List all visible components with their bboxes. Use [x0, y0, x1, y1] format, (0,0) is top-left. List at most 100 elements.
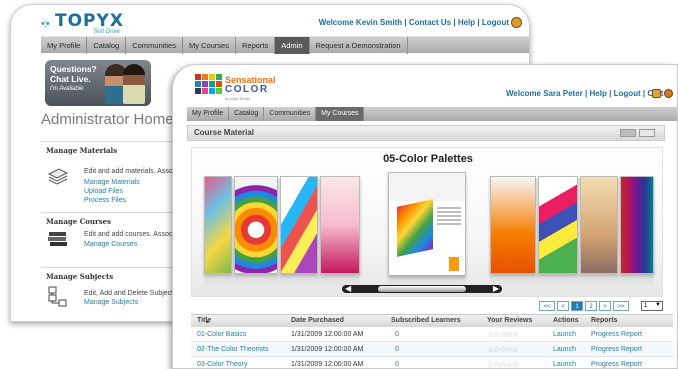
upload-files-link[interactable]: Upload Files: [84, 188, 123, 195]
sensational-color-logo[interactable]: Sensational COLOR by Kate Smith: [195, 72, 276, 102]
logo-line-2: COLOR: [225, 84, 269, 95]
course-cover[interactable]: [580, 176, 618, 274]
manage-materials-link[interactable]: Manage Materials: [84, 179, 140, 186]
course-title-link[interactable]: 01-Color Basics: [197, 331, 246, 338]
table-row: 01-Color Basics 1/31/2009 12:00:00 AM 0 …: [191, 328, 673, 342]
help-link[interactable]: Help: [458, 18, 475, 27]
chat-line-2: Chat Live.: [50, 74, 91, 84]
scrollbar-thumb[interactable]: [378, 286, 466, 292]
section-title: Manage Materials: [46, 146, 118, 155]
list-view-icon[interactable]: [639, 129, 655, 137]
learners-count-link[interactable]: 0: [395, 346, 399, 353]
learners-count-link[interactable]: 0: [395, 331, 399, 338]
tab-communities[interactable]: Communities: [264, 107, 317, 121]
date-purchased: 1/31/2009 12:00:00 AM: [291, 361, 364, 368]
tab-my-courses[interactable]: My Courses: [316, 107, 365, 121]
tab-my-courses[interactable]: My Courses: [183, 37, 236, 54]
welcome-text: Welcome Kevin Smith: [318, 18, 403, 27]
learners-count-link[interactable]: 0: [395, 361, 399, 368]
course-title-link[interactable]: 02-The Color Theorists: [197, 346, 268, 353]
chevron-down-icon: ▼: [655, 302, 661, 308]
manage-courses-link[interactable]: Manage Courses: [84, 241, 137, 248]
books-icon: [47, 229, 69, 249]
tab-catalog[interactable]: Catalog: [229, 107, 265, 121]
section-description: Edit and add courses. Assoc: [84, 231, 173, 238]
course-cover[interactable]: [620, 176, 654, 274]
subject-tree-icon: [47, 286, 69, 307]
sensational-color-window: Sensational COLOR by Kate Smith Welcome …: [172, 64, 678, 369]
progress-report-link[interactable]: Progress Report: [591, 346, 642, 353]
date-purchased: 1/31/2009 12:00:00 AM: [291, 346, 364, 353]
last-page-button[interactable]: >>: [613, 301, 629, 311]
first-page-button[interactable]: <<: [539, 301, 555, 311]
tab-admin[interactable]: Admin: [275, 37, 310, 54]
page-title: Administrator Home: [41, 111, 174, 128]
course-cover[interactable]: [280, 176, 318, 274]
welcome-text: Welcome Sara Peter: [506, 89, 583, 98]
tab-my-profile[interactable]: My Profile: [41, 37, 88, 54]
tab-my-profile[interactable]: My Profile: [187, 107, 230, 121]
course-cover[interactable]: [234, 176, 278, 274]
chat-line-3: I'm Available: [50, 86, 84, 92]
course-cover[interactable]: [538, 176, 578, 274]
course-cover[interactable]: [490, 176, 536, 274]
tab-request-demo[interactable]: Request a Demonstration: [310, 37, 408, 54]
col-actions[interactable]: Actions: [553, 317, 579, 324]
col-reports[interactable]: Reports: [591, 317, 617, 324]
launch-link[interactable]: Launch: [553, 331, 576, 338]
col-reviews[interactable]: Your Reviews: [487, 317, 532, 324]
course-cover[interactable]: [320, 176, 360, 274]
topyx-logo[interactable]: •:• TOPYX Test Drive: [41, 11, 127, 37]
gallery-view-icon[interactable]: [620, 129, 636, 137]
front-nav-bar: My Profile Catalog Communities My Course…: [187, 107, 677, 121]
clock-icon[interactable]: [511, 17, 522, 28]
front-top-links: Welcome Sara Peter | Help | Logout | Car…: [506, 89, 663, 98]
course-title-link[interactable]: 03-Color Theory: [197, 361, 247, 368]
chat-line-1: Questions?: [50, 64, 97, 74]
launch-link[interactable]: Launch: [553, 346, 576, 353]
prev-page-button[interactable]: <: [557, 301, 569, 311]
course-material-header: Course Material: [187, 125, 665, 141]
section-description: Edit, Add and Delete Subjects: [84, 290, 177, 297]
date-purchased: 1/31/2009 12:00:00 AM: [291, 331, 364, 338]
next-page-button[interactable]: >: [599, 301, 611, 311]
process-files-link[interactable]: Process Files: [84, 197, 126, 204]
tab-catalog[interactable]: Catalog: [87, 37, 127, 54]
col-date[interactable]: Date Purchased: [291, 317, 344, 324]
live-chat-banner[interactable]: Questions? Chat Live. I'm Available: [45, 60, 151, 106]
course-cover[interactable]: [204, 176, 232, 274]
progress-report-link[interactable]: Progress Report: [591, 361, 642, 368]
cover-flow-scrollbar[interactable]: ◀ ▶: [342, 284, 502, 293]
logo-brand: TOPYX: [55, 11, 124, 31]
rating-stars-icon[interactable]: ☆☆☆☆☆: [487, 345, 519, 354]
page-1-button[interactable]: 1: [571, 301, 583, 311]
featured-course-title: 05-Color Palettes: [383, 153, 473, 165]
logout-link[interactable]: Logout: [482, 18, 509, 27]
table-header: Title ▲ Date Purchased Subscribed Learne…: [191, 314, 673, 327]
contact-link[interactable]: Contact Us: [409, 18, 451, 27]
sort-arrow-icon[interactable]: ▲: [205, 319, 210, 325]
back-nav-bar: My Profile Catalog Communities My Course…: [41, 36, 529, 54]
logo-line-3: by Kate Smith: [225, 96, 250, 101]
course-cover-flow: 05-Color Palettes ◀ ▶: [191, 147, 663, 297]
cart-icon[interactable]: [652, 89, 661, 98]
col-learners[interactable]: Subscribed Learners: [391, 317, 461, 324]
rating-stars-icon[interactable]: ☆☆☆☆☆: [487, 330, 519, 339]
scroll-right-icon[interactable]: ▶: [493, 284, 499, 293]
table-row: 03-Color Theory 1/31/2009 12:00:00 AM 0 …: [191, 358, 673, 368]
settings-icon[interactable]: [664, 89, 673, 98]
launch-link[interactable]: Launch: [553, 361, 576, 368]
rating-stars-icon[interactable]: ☆☆☆☆☆: [487, 360, 519, 368]
tab-communities[interactable]: Communities: [126, 37, 183, 54]
progress-report-link[interactable]: Progress Report: [591, 331, 642, 338]
page-select[interactable]: 1 ▼: [641, 301, 663, 311]
document-stack-icon: [47, 166, 69, 186]
logout-link[interactable]: Logout: [614, 89, 641, 98]
help-link[interactable]: Help: [590, 89, 607, 98]
manage-subjects-link[interactable]: Manage Subjects: [84, 299, 138, 306]
section-title: Manage Subjects: [46, 272, 114, 281]
featured-course-cover[interactable]: [388, 172, 466, 276]
tab-reports[interactable]: Reports: [236, 37, 276, 54]
page-2-button[interactable]: 2: [585, 301, 597, 311]
scroll-left-icon[interactable]: ◀: [345, 284, 351, 293]
